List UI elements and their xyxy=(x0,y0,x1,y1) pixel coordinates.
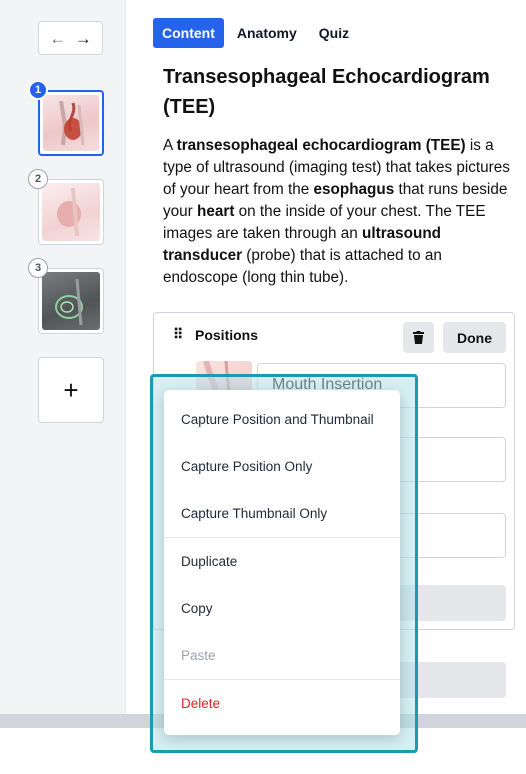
menu-item-copy[interactable]: Copy xyxy=(164,585,400,632)
delete-positions-button[interactable] xyxy=(403,322,434,353)
slide-sidebar: ← → 1 2 3 + xyxy=(0,0,126,714)
slide-thumbnail-2[interactable] xyxy=(38,179,104,245)
description-bold-text: esophagus xyxy=(313,181,395,198)
slide-number-badge: 1 xyxy=(28,80,48,100)
page-title: Transesophageal Echocardiogram (TEE) xyxy=(163,66,490,118)
menu-item-capture-position-and-thumbnail[interactable]: Capture Position and Thumbnail xyxy=(164,396,400,443)
description: A transesophageal echocardiogram (TEE) i… xyxy=(163,135,513,289)
context-menu: Capture Position and Thumbnail Capture P… xyxy=(164,390,400,735)
add-slide-button[interactable]: + xyxy=(38,357,104,423)
ultrasound-thumbnail xyxy=(42,272,100,330)
description-text: A xyxy=(163,137,177,154)
slide-nav: ← → xyxy=(38,21,103,55)
description-bold-text: transesophageal echocardiogram (TEE) xyxy=(176,137,466,154)
plus-icon: + xyxy=(63,374,79,405)
trash-icon xyxy=(413,331,424,344)
menu-item-delete[interactable]: Delete xyxy=(164,680,400,727)
editor-tabs: Content Anatomy Quiz xyxy=(153,18,358,48)
heart-closeup-thumbnail xyxy=(42,183,100,241)
positions-title: Positions xyxy=(195,327,259,343)
menu-item-capture-position-only[interactable]: Capture Position Only xyxy=(164,443,400,490)
menu-item-paste: Paste xyxy=(181,648,216,663)
drag-handle-icon[interactable]: ⠿ xyxy=(173,326,183,343)
slide-number-badge: 2 xyxy=(28,169,48,189)
slide-number-badge: 3 xyxy=(28,258,48,278)
tab-content[interactable]: Content xyxy=(153,18,224,48)
slide-thumbnail-1[interactable] xyxy=(38,90,104,156)
slide-thumbnail-3[interactable] xyxy=(38,268,104,334)
menu-item-capture-thumbnail-only[interactable]: Capture Thumbnail Only xyxy=(164,490,400,537)
heart-anatomy-thumbnail xyxy=(43,95,99,151)
tab-anatomy[interactable]: Anatomy xyxy=(228,18,306,48)
forward-arrow-icon[interactable]: → xyxy=(75,30,92,47)
done-button[interactable]: Done xyxy=(443,322,506,353)
menu-item-duplicate[interactable]: Duplicate xyxy=(164,538,400,585)
back-arrow-icon[interactable]: ← xyxy=(49,30,66,47)
tab-quiz[interactable]: Quiz xyxy=(310,18,358,48)
description-bold-text: heart xyxy=(197,203,235,220)
